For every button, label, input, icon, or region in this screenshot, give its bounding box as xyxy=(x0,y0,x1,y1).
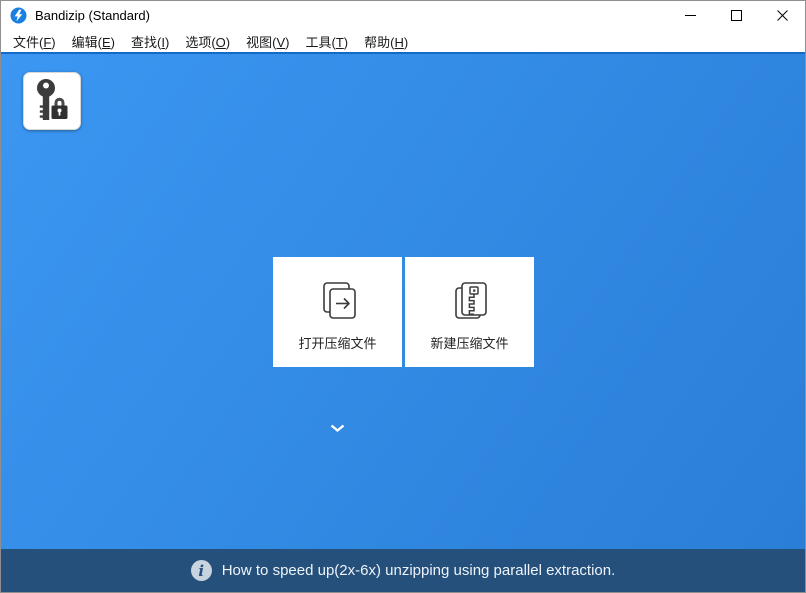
minimize-button[interactable] xyxy=(667,1,713,30)
bandizip-logo-icon xyxy=(10,7,27,24)
new-archive-icon xyxy=(447,273,493,329)
close-button[interactable] xyxy=(759,1,805,30)
new-archive-label: 新建压缩文件 xyxy=(430,333,508,352)
password-manager-button[interactable] xyxy=(23,72,81,130)
window-title: Bandizip (Standard) xyxy=(35,8,150,23)
menubar-item[interactable]: 查找(I) xyxy=(123,30,177,53)
menubar-item[interactable]: 文件(F) xyxy=(5,30,64,53)
key-lock-icon xyxy=(33,78,71,124)
menubar-item[interactable]: 编辑(E) xyxy=(64,30,123,53)
menubar-item[interactable]: 视图(V) xyxy=(238,30,297,53)
open-archive-button[interactable]: 打开压缩文件 xyxy=(273,257,402,367)
menubar-item[interactable]: 帮助(H) xyxy=(356,30,416,53)
bandizip-window: Bandizip (Standard) 文件(F)编辑(E)查找(I)选项(O)… xyxy=(0,0,806,593)
info-icon: i xyxy=(191,560,212,581)
close-icon xyxy=(777,10,788,21)
menubar-item[interactable]: 工具(T) xyxy=(297,30,356,53)
open-archive-icon xyxy=(315,273,361,329)
menubar: 文件(F)编辑(E)查找(I)选项(O)视图(V)工具(T)帮助(H) xyxy=(1,30,805,52)
statusbar-message: How to speed up(2x-6x) unzipping using p… xyxy=(222,562,616,579)
new-archive-button[interactable]: 新建压缩文件 xyxy=(405,257,534,367)
chevron-down-icon[interactable] xyxy=(330,424,345,433)
content-area: 打开压缩文件 新建压缩文件 xyxy=(1,54,805,549)
maximize-icon xyxy=(731,10,742,21)
maximize-button[interactable] xyxy=(713,1,759,30)
titlebar: Bandizip (Standard) xyxy=(1,1,805,30)
open-archive-label: 打开压缩文件 xyxy=(298,333,376,352)
center-buttons: 打开压缩文件 新建压缩文件 xyxy=(273,257,534,367)
menubar-item[interactable]: 选项(O) xyxy=(177,30,238,53)
minimize-icon xyxy=(685,10,696,21)
statusbar-banner[interactable]: i How to speed up(2x-6x) unzipping using… xyxy=(1,549,805,592)
